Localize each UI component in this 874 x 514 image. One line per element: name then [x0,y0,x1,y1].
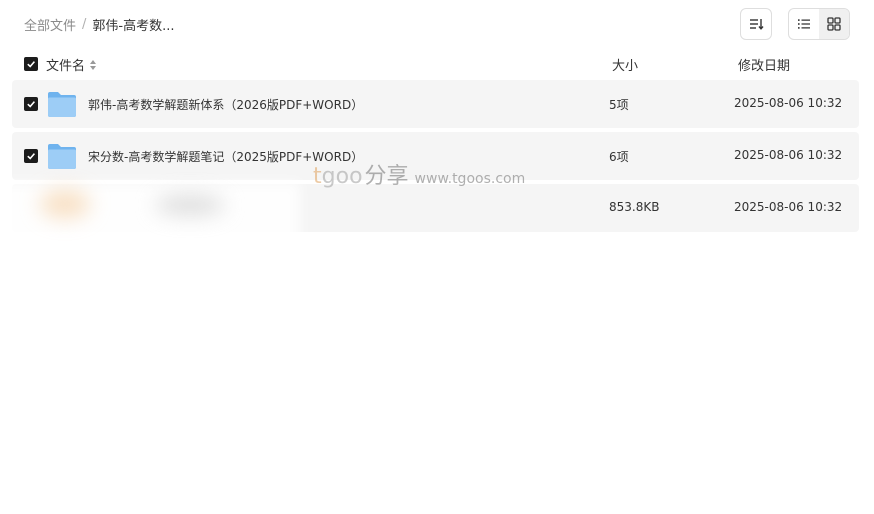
breadcrumb: 全部文件 / 郭伟-高考数... [24,13,175,35]
row-checkbox[interactable] [24,97,38,111]
breadcrumb-current: 郭伟-高考数... [92,18,175,34]
check-icon [27,61,36,68]
file-name[interactable]: 郭伟-高考数学解题新体系（2026版PDF+WORD） [88,96,363,113]
folder-icon [48,144,76,169]
folder-icon [48,92,76,117]
watermark-brand-t: t [313,164,322,189]
file-modified: 2025-08-06 10:32 [734,148,843,162]
list-view-button[interactable] [789,9,819,39]
table-header: 文件名 大小 修改日期 [12,52,859,76]
breadcrumb-separator: / [82,16,87,32]
watermark: t goo 分享 www.tgoos.com [313,158,526,189]
watermark-brand-cn: 分享 [364,164,409,189]
file-size: 6项 [609,150,629,164]
sort-button[interactable] [740,8,772,40]
grid-view-button[interactable] [819,9,849,39]
table-row[interactable]: 郭伟-高考数学解题新体系（2026版PDF+WORD） 5项 2025-08-0… [12,80,859,128]
breadcrumb-root-link[interactable]: 全部文件 [24,15,76,34]
file-size: 5项 [609,98,629,112]
check-icon [27,153,36,160]
sort-toggle-icon [90,59,97,70]
grid-view-icon [827,17,841,31]
file-modified: 2025-08-06 10:32 [734,200,843,214]
size-column-header[interactable]: 大小 [612,55,638,74]
watermark-url: www.tgoos.com [414,171,526,187]
view-toggle [788,8,850,40]
name-column-header[interactable]: 文件名 [46,55,97,74]
list-view-icon [798,19,810,29]
watermark-brand-goo: goo [321,164,363,189]
check-icon [27,101,36,108]
file-modified: 2025-08-06 10:32 [734,96,843,110]
select-all-checkbox[interactable] [24,57,38,71]
name-column-label: 文件名 [46,59,86,74]
blurred-thumbnail [40,190,90,218]
row-checkbox[interactable] [24,149,38,163]
modified-column-header[interactable]: 修改日期 [738,55,790,74]
file-size: 853.8KB [609,200,660,214]
blurred-text [155,195,225,215]
sort-icon [750,19,764,30]
